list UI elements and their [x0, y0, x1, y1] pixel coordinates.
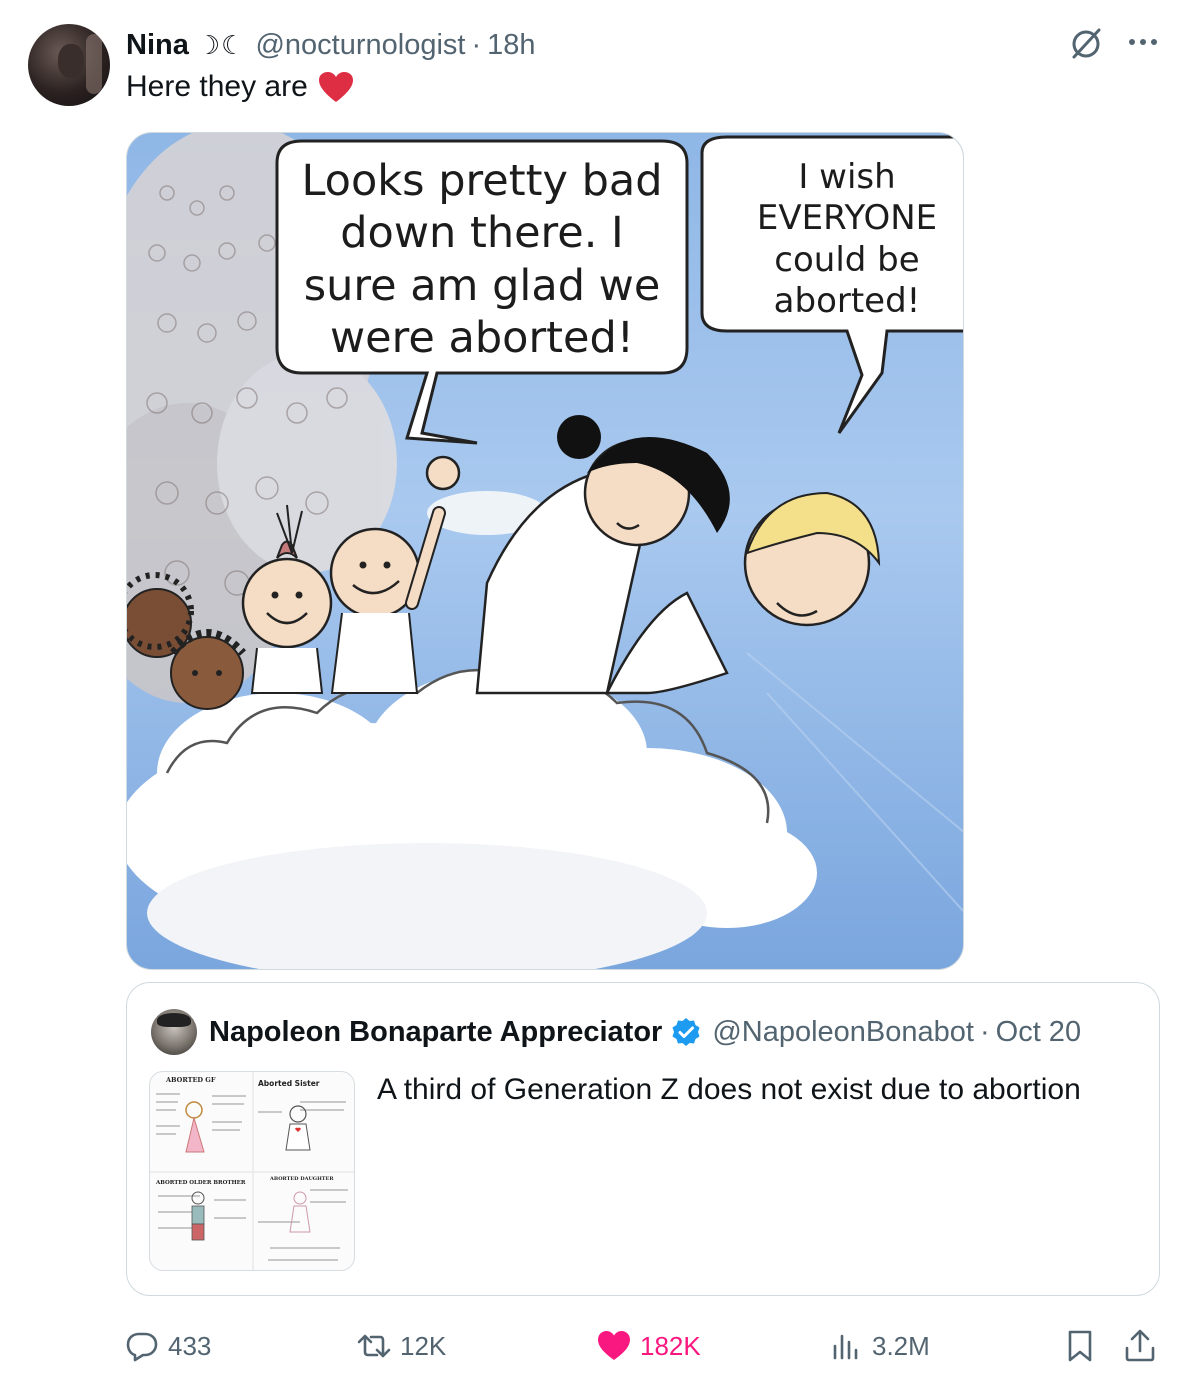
more-dot: [1151, 39, 1157, 45]
grok-icon[interactable]: [1068, 26, 1104, 62]
bubble-left-line: Looks pretty bad: [301, 156, 663, 206]
repost-count: 12K: [400, 1330, 447, 1361]
quoted-author-name[interactable]: Napoleon Bonaparte Appreciator: [209, 1016, 662, 1049]
bicorne-hat: [157, 1013, 191, 1027]
tweet[interactable]: Nina ☽☾ @nocturnologist · 18h Here they …: [0, 0, 1196, 1390]
verified-badge-icon: [672, 1018, 700, 1046]
quoted-media-thumbnail[interactable]: ABORTED GF Aborted Sister ABORTED OLDER …: [149, 1071, 355, 1271]
bubble-right-line: EVERYONE: [756, 198, 938, 239]
views-icon: [833, 1334, 858, 1360]
avatar-highlight: [86, 34, 102, 94]
tweet-media-image[interactable]: Looks pretty bad down there. I sure am g…: [126, 132, 964, 970]
author-handle[interactable]: @nocturnologist: [255, 29, 465, 62]
bookmark-button[interactable]: [1062, 1318, 1098, 1374]
quoted-tweet[interactable]: Napoleon Bonaparte Appreciator @Napoleon…: [126, 982, 1160, 1296]
more-dot: [1140, 39, 1146, 45]
quoted-avatar[interactable]: [151, 1009, 197, 1055]
foreground-cloud: [127, 668, 817, 969]
share-icon: [1125, 1329, 1155, 1362]
thumb-label-bottom-left: ABORTED OLDER BROTHER: [155, 1180, 246, 1186]
moon-emoji: ☽☾: [196, 29, 246, 60]
meme-grid-illustration: ABORTED GF Aborted Sister ABORTED OLDER …: [150, 1072, 354, 1270]
bookmark-icon: [1068, 1330, 1092, 1362]
views-button[interactable]: 3.2M: [828, 1318, 930, 1374]
tweet-text: Here they are: [126, 70, 354, 104]
reply-count: 433: [168, 1330, 212, 1361]
repost-button[interactable]: 12K: [356, 1318, 446, 1374]
separator-dot: ·: [979, 1015, 990, 1048]
bubble-left-line: down there. I: [340, 208, 624, 259]
like-icon: [598, 1331, 630, 1360]
red-heart-emoji-icon: [318, 72, 353, 102]
more-dot: [1129, 39, 1135, 45]
tweet-header: Nina ☽☾ @nocturnologist · 18h: [126, 26, 536, 64]
reply-icon: [126, 1332, 158, 1362]
quoted-tweet-header: Napoleon Bonaparte Appreciator @Napoleon…: [209, 1011, 1081, 1053]
thumb-label-top-left: ABORTED GF: [165, 1076, 216, 1084]
quoted-tweet-text: A third of Generation Z does not exist d…: [377, 1073, 1081, 1106]
repost-icon: [357, 1334, 391, 1358]
like-count: 182K: [640, 1330, 701, 1361]
author-name[interactable]: Nina: [126, 29, 189, 62]
views-count: 3.2M: [872, 1330, 930, 1361]
speech-bubble-left-text: Looks pretty bad down there. I sure am g…: [297, 155, 667, 365]
share-button[interactable]: [1122, 1318, 1158, 1374]
bubble-right-line: could be: [774, 239, 920, 280]
separator-dot: ·: [471, 28, 482, 61]
avatar-figure: [58, 44, 84, 78]
bubble-right-line: aborted!: [773, 281, 921, 322]
bubble-left-line: sure am glad we: [303, 260, 661, 311]
like-button[interactable]: 182K: [596, 1318, 701, 1374]
bubble-right-line: I wish: [798, 157, 896, 197]
more-icon[interactable]: [1122, 24, 1164, 60]
action-bar: 433 12K 182K 3.2M: [0, 1318, 1196, 1374]
quoted-tweet-time[interactable]: Oct 20: [996, 1016, 1081, 1049]
thumb-label-top-right: Aborted Sister: [258, 1079, 320, 1088]
thumb-label-bottom-right: ABORTED DAUGHTER: [269, 1176, 334, 1182]
tweet-time[interactable]: 18h: [487, 29, 535, 62]
avatar[interactable]: [28, 24, 110, 106]
speech-bubble-right-text: I wish EVERYONE could be aborted!: [717, 157, 963, 323]
tweet-text-content: Here they are: [126, 70, 308, 103]
quoted-author-handle[interactable]: @NapoleonBonabot: [712, 1016, 974, 1049]
reply-button[interactable]: 433: [124, 1318, 211, 1374]
bubble-left-line: were aborted!: [330, 313, 634, 364]
